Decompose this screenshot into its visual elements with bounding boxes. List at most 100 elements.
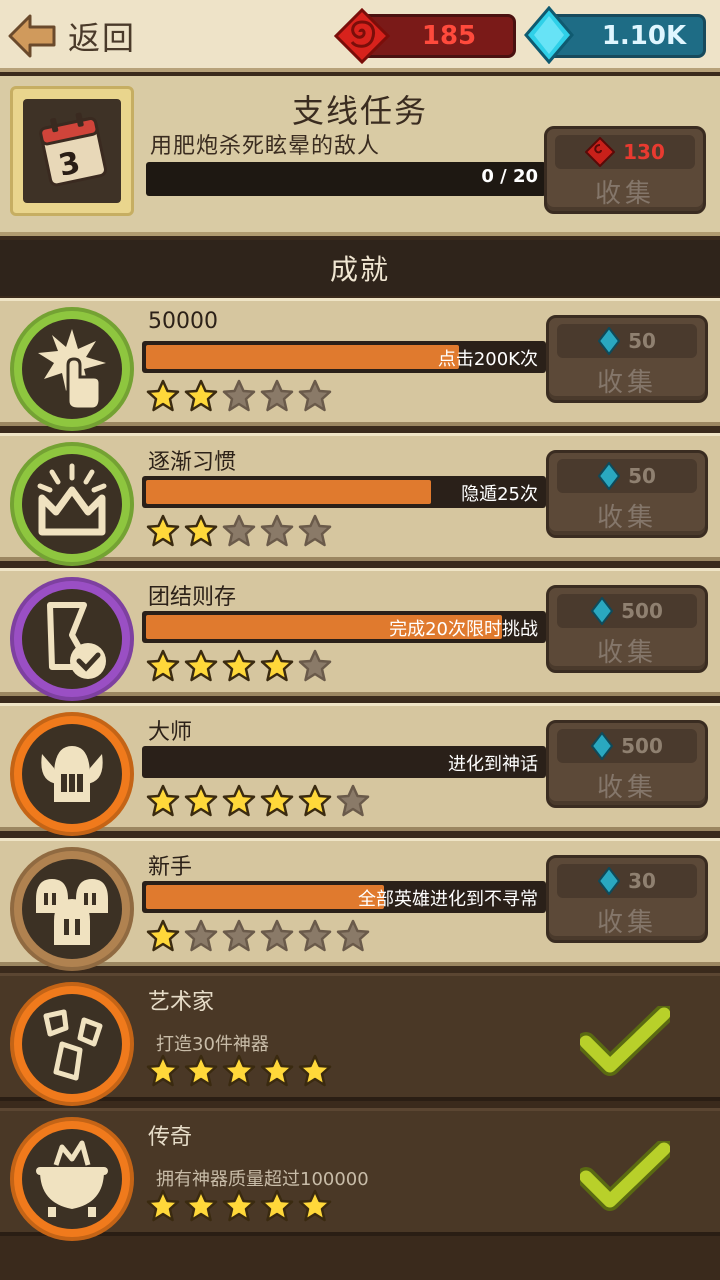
achievement-title: 艺术家 <box>148 990 215 1015</box>
achievement-progress-fill <box>146 345 459 369</box>
back-label: 返回 <box>68 19 137 57</box>
star-rating <box>146 1054 336 1088</box>
achievement-badge <box>10 307 134 431</box>
star-empty-icon <box>336 919 370 952</box>
achievement-badge <box>10 577 134 701</box>
achievement-badge <box>10 1117 134 1241</box>
achievement-progress-bar: 进化到神话 <box>142 746 546 778</box>
achievement-badge <box>10 712 134 836</box>
star-filled-icon <box>184 379 218 412</box>
achievement-progress-fill <box>146 480 432 504</box>
collect-label: 收集 <box>596 773 657 803</box>
quest-collect-button[interactable]: 130 收集 <box>544 126 706 214</box>
star-rating <box>146 514 336 548</box>
quest-title: 支线任务 <box>291 92 428 130</box>
reward-amount: 30 <box>628 869 656 893</box>
star-filled-icon <box>222 784 256 817</box>
star-rating <box>146 649 336 683</box>
back-arrow-icon <box>8 14 56 58</box>
three-helmets-icon <box>36 879 108 945</box>
achievement-goal-text: 全部英雄进化到不寻常 <box>358 889 538 910</box>
ruby-icon <box>334 8 390 64</box>
ruby-icon <box>585 137 616 167</box>
collect-button[interactable]: 50 收集 <box>546 315 708 403</box>
achievement-badge <box>10 847 134 971</box>
achievement-title: 传奇 <box>148 1125 193 1150</box>
achievement-description: 拥有神器质量超过100000 <box>156 1169 369 1190</box>
collect-label: 收集 <box>596 908 657 938</box>
collect-button[interactable]: 30 收集 <box>546 855 708 943</box>
achievement-progress-fill <box>146 885 384 909</box>
star-filled-icon <box>146 1054 180 1087</box>
achievement-badge <box>10 442 134 566</box>
reward: 50 <box>557 324 697 358</box>
star-filled-icon <box>298 784 332 817</box>
reward-amount: 500 <box>621 599 663 623</box>
diamond-icon <box>598 327 621 355</box>
diamond-icon <box>598 867 621 895</box>
star-empty-icon <box>184 919 218 952</box>
diamond-icon <box>591 597 614 625</box>
star-filled-icon <box>184 1189 218 1222</box>
star-empty-icon <box>222 919 256 952</box>
diamond-icon <box>598 462 621 490</box>
completed-check-icon <box>576 1139 674 1217</box>
star-filled-icon <box>222 649 256 682</box>
reward: 500 <box>557 729 697 763</box>
star-filled-icon <box>222 1054 256 1087</box>
completed-check-icon <box>576 1004 674 1082</box>
collect-label: 收集 <box>596 503 657 533</box>
star-filled-icon <box>146 919 180 952</box>
achievements-header: 成就 <box>0 240 720 296</box>
star-filled-icon <box>184 649 218 682</box>
back-button[interactable]: 返回 <box>8 10 136 62</box>
cauldron-icon <box>36 1140 108 1217</box>
star-empty-icon <box>298 649 332 682</box>
achievement-goal-text: 进化到神话 <box>448 754 538 775</box>
diamond-icon <box>591 732 614 760</box>
achievement-row: 逐渐习惯 隐遁25次 50 收集 <box>0 433 720 566</box>
achievement-row: 团结则存完成20次限时挑战 500 收集 <box>0 568 720 701</box>
diamond-icon <box>524 6 574 64</box>
reward: 50 <box>557 459 697 493</box>
achievement-progress-bar: 点击200K次 <box>142 341 546 373</box>
star-filled-icon <box>146 649 180 682</box>
star-empty-icon <box>260 919 294 952</box>
collect-button[interactable]: 500 收集 <box>546 720 708 808</box>
achievement-goal-text: 点击200K次 <box>437 349 538 370</box>
star-empty-icon <box>336 784 370 817</box>
collect-button[interactable]: 500 收集 <box>546 585 708 673</box>
quest-icon-frame: 3 <box>10 86 134 216</box>
achievement-row: 大师进化到神话 500 收集 <box>0 703 720 836</box>
collect-label: 收集 <box>596 638 657 668</box>
reward-amount: 500 <box>621 734 663 758</box>
quest-progress-bar: 0 / 20 <box>146 162 546 196</box>
achievement-title: 新手 <box>148 855 193 880</box>
star-empty-icon <box>298 919 332 952</box>
star-filled-icon <box>146 379 180 412</box>
star-rating <box>146 1189 336 1223</box>
reward-amount: 50 <box>628 329 656 353</box>
collect-button[interactable]: 50 收集 <box>546 450 708 538</box>
star-filled-icon <box>184 1054 218 1087</box>
star-empty-icon <box>298 379 332 412</box>
achievement-row: 新手全部英雄进化到不寻常 30 收集 <box>0 838 720 971</box>
achievement-title: 逐渐习惯 <box>148 450 237 475</box>
achievement-title: 团结则存 <box>148 585 237 610</box>
star-empty-icon <box>222 514 256 547</box>
collect-label: 收集 <box>596 368 657 398</box>
achievement-goal-text: 完成20次限时挑战 <box>389 619 538 640</box>
achievement-title: 大师 <box>148 720 193 745</box>
star-rating <box>146 379 336 413</box>
top-bar: 返回 185 1.10K <box>0 0 720 72</box>
achievement-description: 打造30件神器 <box>156 1034 269 1055</box>
star-filled-icon <box>184 784 218 817</box>
star-filled-icon <box>222 1189 256 1222</box>
star-filled-icon <box>298 1189 332 1222</box>
achievement-row: 传奇拥有神器质量超过100000 <box>0 1108 720 1241</box>
quest-reward-amount: 130 <box>623 140 665 164</box>
collect-label: 收集 <box>594 179 655 209</box>
star-empty-icon <box>260 514 294 547</box>
gem-count: 1.10K <box>601 21 687 51</box>
side-quest-panel: 3 支线任务 用肥炮杀死眩晕的敌人 0 / 20 130 收集 <box>0 76 720 236</box>
